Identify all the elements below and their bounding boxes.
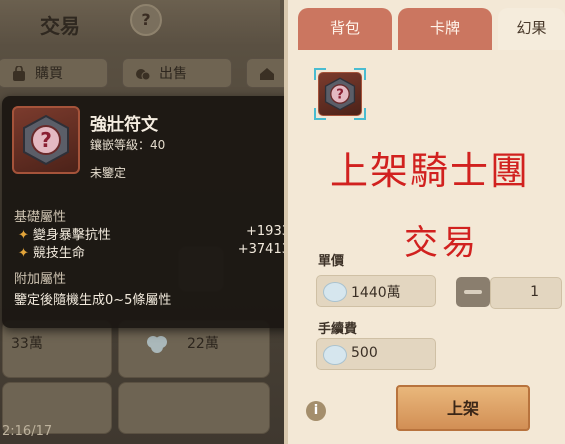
unit-price-value: 1440萬 <box>351 285 401 301</box>
clock-text: 2:16/17 <box>2 424 53 439</box>
tab-fruit[interactable]: 幻果 <box>498 8 565 50</box>
extra-attr-title: 附加屬性 <box>14 272 67 287</box>
left-tab-bar: 購買 出售 <box>0 58 290 90</box>
sparkle-icon: ✦ <box>18 228 29 243</box>
unit-price-input[interactable]: 1440萬 <box>316 275 436 307</box>
inventory-tab-bar: 背包 卡牌 幻果 <box>292 2 565 52</box>
tab-buy-label: 購買 <box>35 66 63 82</box>
rune-item-icon: ? <box>318 72 362 116</box>
unit-price-label: 單價 <box>318 254 345 269</box>
market-cell-price: 22萬 <box>187 336 219 352</box>
sparkle-icon: ✦ <box>18 246 29 261</box>
title-bar: 交易 ? <box>0 0 280 46</box>
svg-text:?: ? <box>336 88 344 103</box>
tab-cards[interactable]: 卡牌 <box>398 8 492 50</box>
item-status: 未鑒定 <box>90 166 127 180</box>
attr-row: ✦ 競技生命 +37413 <box>18 242 290 261</box>
tab-sell[interactable]: 出售 <box>122 58 232 88</box>
tab-backpack[interactable]: 背包 <box>298 8 392 50</box>
overlay-subheading: 交易 <box>404 223 480 263</box>
attr-row: ✦ 變身暴擊抗性 +1933 <box>18 224 290 243</box>
house-icon <box>260 68 274 80</box>
item-level: 鑲嵌等級：40 <box>90 138 166 152</box>
svg-text:?: ? <box>40 128 52 152</box>
fee-value: 500 <box>351 345 378 361</box>
tab-buy[interactable]: 購買 <box>0 58 108 88</box>
rune-item-icon: ? <box>12 106 80 174</box>
fee-field: 500 <box>316 338 436 370</box>
item-name: 強壯符文 <box>90 115 158 135</box>
window-title: 交易 <box>40 14 80 38</box>
market-cell-price: 33萬 <box>11 336 43 352</box>
attr-name: 變身暴擊抗性 <box>32 228 111 243</box>
market-cell[interactable] <box>118 382 270 434</box>
list-item-button[interactable]: 上架 <box>396 385 530 431</box>
attr-name: 競技生命 <box>32 246 85 261</box>
help-icon[interactable]: ? <box>130 4 162 36</box>
clover-coin-icon <box>147 336 167 353</box>
overlay-heading: 上架騎士團 <box>330 149 531 193</box>
clover-coin-icon <box>323 345 347 365</box>
quantity-value: 1 <box>530 284 539 300</box>
coins-icon <box>136 69 151 81</box>
market-cell[interactable]: 22萬 <box>118 320 270 378</box>
attr-value: +37413 <box>237 242 290 257</box>
market-cell[interactable]: 33萬 <box>2 320 112 378</box>
info-icon[interactable]: i <box>306 401 326 421</box>
quantity-input[interactable]: 1 <box>490 277 562 309</box>
fee-label: 手續費 <box>318 322 358 337</box>
quantity-minus-button[interactable] <box>456 277 490 307</box>
extra-attr-desc: 鑒定後隨機生成0~5條屬性 <box>14 293 172 308</box>
bag-icon <box>13 66 25 81</box>
item-tooltip: ? 強壯符文 鑲嵌等級：40 未鑒定 基礎屬性 ✦ 變身暴擊抗性 +1933 ✦ 競… <box>2 96 310 328</box>
tab-sell-label: 出售 <box>159 66 187 82</box>
clover-coin-icon <box>323 282 347 302</box>
base-attr-title: 基礎屬性 <box>14 210 67 225</box>
selected-item-slot[interactable]: ? <box>314 68 366 120</box>
